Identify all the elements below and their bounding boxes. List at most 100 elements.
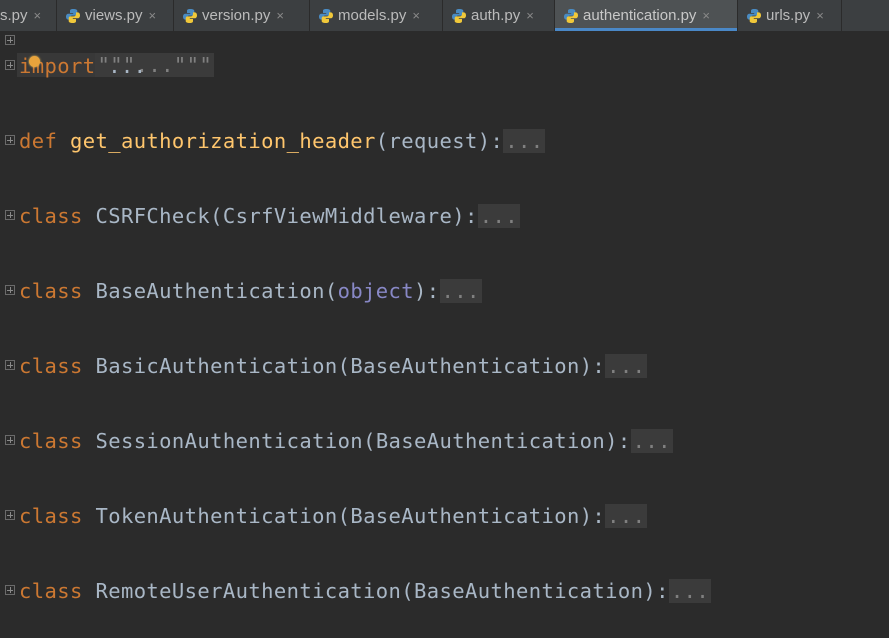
definition-code: def get_authorization_header(request):..… bbox=[19, 129, 546, 153]
definition-argument[interactable]: CsrfViewMiddleware bbox=[223, 204, 452, 228]
close-icon[interactable]: × bbox=[816, 8, 824, 23]
editor-tab-bar: s.py × views.py × version.py × models.py… bbox=[0, 0, 889, 32]
open-paren: ( bbox=[337, 504, 351, 528]
definition-name[interactable]: RemoteUserAuthentication bbox=[95, 579, 401, 603]
close-paren-colon: ): bbox=[579, 354, 606, 378]
python-file-icon bbox=[564, 8, 578, 23]
close-paren-colon: ): bbox=[452, 204, 478, 228]
definition-argument[interactable]: object bbox=[338, 279, 414, 303]
folded-body[interactable]: ... bbox=[439, 279, 482, 303]
lightbulb-icon[interactable] bbox=[29, 56, 40, 67]
fold-toggle-icon[interactable] bbox=[5, 210, 15, 220]
open-paren: ( bbox=[324, 279, 338, 303]
open-paren: ( bbox=[401, 579, 415, 603]
code-line[interactable]: class TokenAuthentication(BaseAuthentica… bbox=[0, 504, 889, 528]
fold-toggle-icon[interactable] bbox=[5, 510, 15, 520]
tab-urls-py[interactable]: urls.py × bbox=[738, 0, 842, 31]
python-file-icon bbox=[183, 8, 197, 23]
fold-toggle-icon[interactable] bbox=[5, 360, 15, 370]
python-file-icon bbox=[66, 8, 80, 23]
code-line[interactable]: class BasicAuthentication(BaseAuthentica… bbox=[0, 354, 889, 378]
code-line[interactable]: class BaseAuthentication(object):... bbox=[0, 279, 889, 303]
tab-auth-py[interactable]: auth.py × bbox=[443, 0, 555, 31]
code-editor[interactable]: """...""" import ... def get_authorizati… bbox=[0, 31, 889, 638]
tab-models-py[interactable]: models.py × bbox=[310, 0, 443, 31]
definition-name[interactable]: TokenAuthentication bbox=[95, 504, 337, 528]
definition-argument[interactable]: request bbox=[389, 129, 478, 153]
tab-label: authentication.py bbox=[583, 7, 697, 24]
code-line[interactable]: class SessionAuthentication(BaseAuthenti… bbox=[0, 429, 889, 453]
definition-name[interactable]: BaseAuthentication bbox=[95, 279, 324, 303]
folded-body[interactable]: ... bbox=[630, 429, 673, 453]
python-file-icon bbox=[747, 8, 761, 23]
folded-body[interactable]: ... bbox=[477, 204, 520, 228]
fold-toggle-icon[interactable] bbox=[5, 60, 15, 70]
open-paren: ( bbox=[375, 129, 389, 153]
fold-toggle-icon[interactable] bbox=[5, 435, 15, 445]
tab-label: models.py bbox=[338, 7, 407, 24]
keyword: class bbox=[19, 429, 83, 453]
definition-name[interactable]: CSRFCheck bbox=[95, 204, 210, 228]
keyword: def bbox=[19, 129, 58, 153]
close-icon[interactable]: × bbox=[702, 8, 710, 23]
definition-name[interactable]: get_authorization_header bbox=[70, 129, 376, 153]
definition-code: class CSRFCheck(CsrfViewMiddleware):... bbox=[19, 204, 520, 228]
tab-authentication-py[interactable]: authentication.py × bbox=[555, 0, 738, 31]
keyword: class bbox=[19, 354, 83, 378]
close-paren-colon: ): bbox=[477, 129, 504, 153]
definition-argument[interactable]: BaseAuthentication bbox=[376, 429, 605, 453]
definition-argument[interactable]: BaseAuthentication bbox=[350, 504, 579, 528]
folded-body[interactable]: ... bbox=[668, 579, 712, 603]
close-icon[interactable]: × bbox=[526, 8, 534, 23]
definition-code: class SessionAuthentication(BaseAuthenti… bbox=[19, 429, 673, 453]
keyword: class bbox=[19, 279, 83, 303]
fold-toggle-icon[interactable] bbox=[5, 585, 15, 595]
tab-label: views.py bbox=[85, 7, 143, 24]
tab-s-py[interactable]: s.py × bbox=[0, 0, 57, 31]
python-file-icon bbox=[452, 8, 466, 23]
close-icon[interactable]: × bbox=[34, 8, 42, 23]
python-file-icon bbox=[319, 8, 333, 23]
tab-label: urls.py bbox=[766, 7, 811, 24]
open-paren: ( bbox=[363, 429, 376, 453]
fold-toggle-icon[interactable] bbox=[5, 135, 15, 145]
close-icon[interactable]: × bbox=[412, 8, 420, 23]
tab-views-py[interactable]: views.py × bbox=[57, 0, 174, 31]
fold-toggle-icon[interactable] bbox=[5, 35, 15, 45]
folded-body[interactable]: ... bbox=[605, 354, 648, 378]
docstring-line[interactable]: """...""" bbox=[0, 29, 889, 77]
open-paren: ( bbox=[337, 354, 351, 378]
definition-code: class BasicAuthentication(BaseAuthentica… bbox=[19, 354, 648, 378]
code-line[interactable]: def get_authorization_header(request):..… bbox=[0, 129, 889, 153]
definition-code: class RemoteUserAuthentication(BaseAuthe… bbox=[19, 579, 712, 603]
definition-code: class BaseAuthentication(object):... bbox=[19, 279, 482, 303]
import-line[interactable]: import ... bbox=[0, 54, 889, 78]
keyword: class bbox=[19, 204, 83, 228]
close-paren-colon: ): bbox=[414, 279, 440, 303]
definition-argument[interactable]: BaseAuthentication bbox=[414, 579, 643, 603]
tab-label: auth.py bbox=[471, 7, 521, 24]
definition-argument[interactable]: BaseAuthentication bbox=[350, 354, 579, 378]
code-line[interactable]: class RemoteUserAuthentication(BaseAuthe… bbox=[0, 579, 889, 603]
tab-version-py[interactable]: version.py × bbox=[174, 0, 310, 31]
tab-label: s.py bbox=[0, 7, 28, 24]
folded-body[interactable]: ... bbox=[605, 504, 648, 528]
definition-name[interactable]: BasicAuthentication bbox=[95, 354, 337, 378]
close-paren-colon: ): bbox=[643, 579, 669, 603]
definition-name[interactable]: SessionAuthentication bbox=[95, 429, 363, 453]
close-paren-colon: ): bbox=[605, 429, 631, 453]
definition-code: class TokenAuthentication(BaseAuthentica… bbox=[19, 504, 648, 528]
close-icon[interactable]: × bbox=[149, 8, 157, 23]
folded-imports[interactable]: ... bbox=[95, 54, 146, 78]
folded-body[interactable]: ... bbox=[503, 129, 546, 153]
fold-toggle-icon[interactable] bbox=[5, 285, 15, 295]
close-icon[interactable]: × bbox=[276, 8, 284, 23]
tab-label: version.py bbox=[202, 7, 271, 24]
code-line[interactable]: class CSRFCheck(CsrfViewMiddleware):... bbox=[0, 204, 889, 228]
